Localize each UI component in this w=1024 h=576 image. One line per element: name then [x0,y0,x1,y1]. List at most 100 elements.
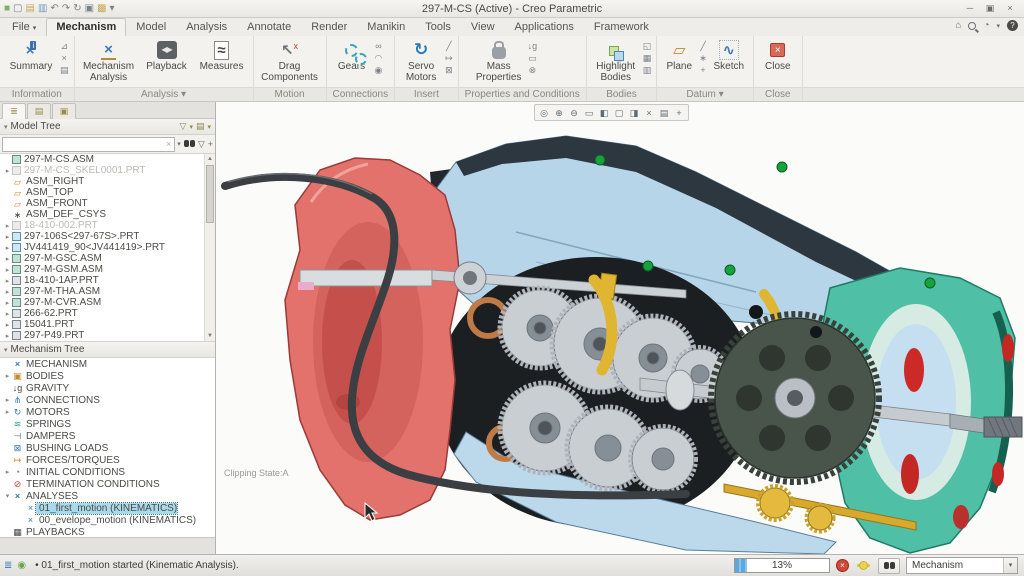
search-icon[interactable] [968,22,976,30]
expand-search-icon[interactable]: + [208,139,213,149]
tree-item[interactable]: ▸297-M-GSC.ASM [0,253,215,264]
measures-button[interactable]: ≈ Measures [196,39,248,72]
scrollbar-thumb[interactable] [206,165,214,223]
tree-item[interactable]: ↦FORCES/TORQUES [0,454,215,466]
graphics-area[interactable]: ◎ ⊕ ⊖ ▭ ◧ ▢ ◨ × ▤ + Clipping State:A [216,102,1024,554]
tree-item[interactable]: ▸297-M-THA.ASM [0,286,215,297]
zoom-in-button[interactable]: ⊕ [552,106,566,120]
scroll-up-icon[interactable]: ▲ [205,154,215,164]
tree-item[interactable]: ▸297-M-CVR.ASM [0,297,215,308]
tree-item[interactable]: ▦PLAYBACKS [0,526,215,537]
expand-icon[interactable]: ▸ [3,310,12,318]
expand-icon[interactable]: ▸ [3,332,12,340]
playback-button[interactable]: ◀▶ Playback [141,39,193,72]
point-icon[interactable]: ∗ [699,53,707,63]
belts-icon[interactable]: ∞ [375,41,383,51]
find-icon[interactable] [184,140,195,148]
tree-columns-dropdown-icon[interactable]: ▾ [207,123,211,131]
tree-item[interactable]: ▸297-106S<297-67S>.PRT [0,231,215,242]
tree-item[interactable]: ▸JV441419_90<JV441419>.PRT [0,242,215,253]
expand-icon[interactable]: ▸ [3,222,12,230]
stop-analysis-icon[interactable]: × [836,559,849,572]
tree-item[interactable]: ▱ASM_TOP [0,187,215,198]
tab-analysis[interactable]: Analysis [176,18,237,36]
expand-icon[interactable]: ▸ [3,244,12,252]
tab-manikin[interactable]: Manikin [357,18,415,36]
expand-icon[interactable]: ▾ [3,492,12,500]
tree-item[interactable]: ⊘TERMINATION CONDITIONS [0,478,215,490]
gravity-icon[interactable]: ↓g [528,41,538,51]
tab-model[interactable]: Model [126,18,176,36]
tab-annotate[interactable]: Annotate [237,18,301,36]
tree-item[interactable]: ▸297-M-CS_SKEL0001.PRT [0,165,215,176]
tab-view[interactable]: View [461,18,505,36]
display-style-button[interactable]: ◧ [597,106,611,120]
drag-components-button[interactable]: ↖x Drag Components [259,39,321,83]
tree-filters-dropdown-icon[interactable]: ▾ [189,123,193,131]
cams-icon[interactable]: ◠ [375,53,383,63]
highlight-bodies-button[interactable]: Highlight Bodies [592,39,640,83]
body-visibility-icon[interactable]: ▥ [643,65,652,75]
tree-item[interactable]: ▸18-410-1AP.PRT [0,275,215,286]
view-manager-button[interactable]: ◨ [627,106,641,120]
selected-analysis-label[interactable]: 01_first_motion (KINEMATICS) [36,503,177,514]
expand-icon[interactable]: ▸ [3,288,12,296]
tree-item[interactable]: ▸↻MOTORS [0,406,215,418]
report-icon[interactable]: ▤ [60,65,69,75]
navigator-toggle-icon[interactable]: ≣ [4,560,12,571]
3d-contacts-icon[interactable]: ◉ [375,65,383,75]
tree-item[interactable]: ▸266-62.PRT [0,308,215,319]
community-icon[interactable]: ◔ [983,20,989,31]
tab-favorites[interactable]: ▣ [52,103,76,119]
servo-motors-button[interactable]: ↻ Servo Motors [400,39,442,83]
tree-item[interactable]: ∗ASM_DEF_CSYS [0,209,215,220]
find-button[interactable] [878,558,900,574]
tab-applications[interactable]: Applications [505,18,584,36]
expand-icon[interactable]: ▸ [3,266,12,274]
tree-item[interactable]: ×01_first_motion (KINEMATICS) [0,502,215,514]
expand-icon[interactable]: ▸ [3,233,12,241]
tree-item[interactable]: ⊣DAMPERS [0,430,215,442]
tree-item[interactable]: ▸18-410-002.PRT [0,220,215,231]
body-table-icon[interactable]: ▦ [643,53,652,63]
expand-icon[interactable]: ▸ [3,255,12,263]
group-label-datum[interactable]: Datum ▾ [657,87,753,101]
minimize-button[interactable]: ─ [964,3,976,14]
tree-item[interactable]: 297-M-CS.ASM [0,154,215,165]
home-icon[interactable]: ⌂ [955,20,961,31]
repaint-button[interactable]: ▭ [582,106,596,120]
tree-item[interactable]: ▸◔INITIAL CONDITIONS [0,466,215,478]
mode-dropdown-icon[interactable]: ▾ [1003,558,1017,573]
tree-filters-icon[interactable]: ▽ [180,121,187,132]
tree-item[interactable]: ▸▣BODIES [0,370,215,382]
expand-icon[interactable]: ▸ [3,167,12,175]
body-definition-icon[interactable]: ◱ [643,41,652,51]
joint-axis-settings-icon[interactable]: ⊠ [445,65,453,75]
browser-toggle-icon[interactable]: ◉ [17,560,26,571]
tab-tools[interactable]: Tools [415,18,461,36]
annotation-display-button[interactable]: ▤ [657,106,671,120]
expand-icon[interactable]: ▸ [3,372,12,380]
axis-icon[interactable]: ╱ [699,41,707,51]
expand-icon[interactable]: ▸ [3,408,12,416]
tree-item[interactable]: ▱ASM_RIGHT [0,176,215,187]
plane-button[interactable]: ▱ Plane [662,39,696,72]
zoom-out-button[interactable]: ⊖ [567,106,581,120]
datum-display-button[interactable]: × [642,106,656,120]
tree-item[interactable]: ×MECHANISM [0,358,215,370]
spin-center-button[interactable]: + [672,106,686,120]
expand-icon[interactable]: ▸ [3,468,12,476]
termination-condition-icon[interactable]: ⊗ [528,65,538,75]
tab-mechanism[interactable]: Mechanism [46,18,126,36]
force-torque-icon[interactable]: ↦ [445,53,453,63]
clear-search-icon[interactable]: × [166,139,174,149]
tree-search-input[interactable] [3,139,166,150]
sketch-button[interactable]: ∿ Sketch [710,39,748,72]
search-options-dropdown-icon[interactable]: ▾ [177,140,181,148]
close-button[interactable]: × [1004,3,1016,14]
mechanism-analysis-button[interactable]: × Mechanism Analysis [80,39,138,83]
filter-icon[interactable]: ▽ [198,139,205,150]
help-icon[interactable]: ? [1007,20,1018,31]
gears-button[interactable]: Gears [332,39,372,72]
measure-icon[interactable]: ⊿ [60,41,69,51]
